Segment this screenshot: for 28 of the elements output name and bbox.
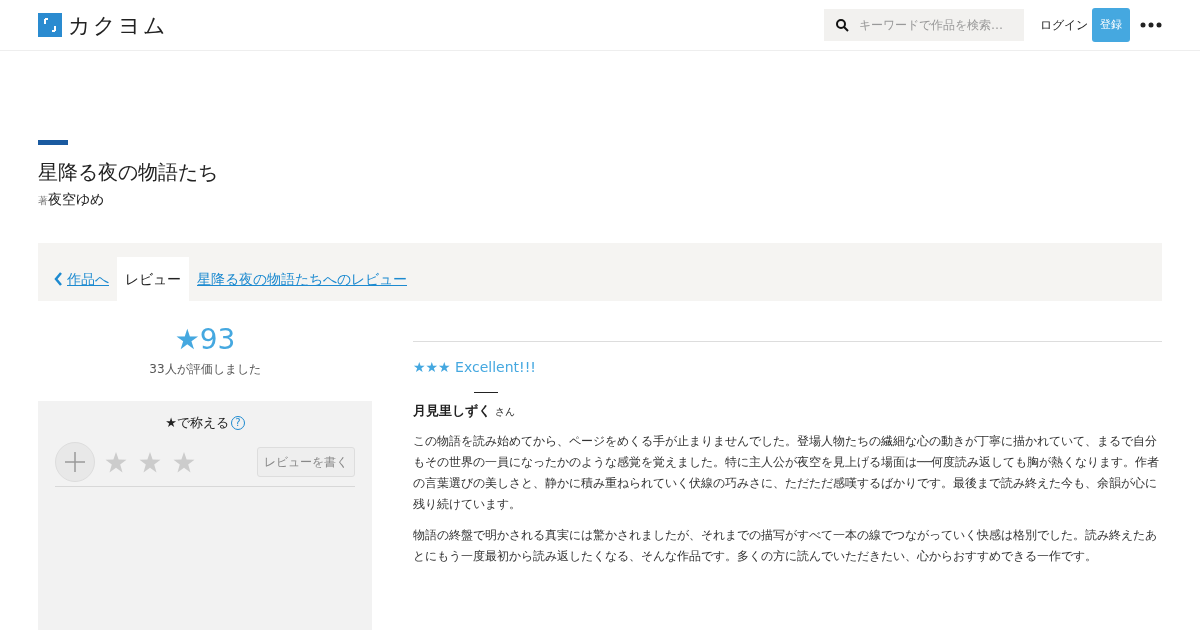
review-paragraph: 物語の終盤で明かされる真実には驚かされましたが、それまでの描写がすべて一本の線でつながっていく快感は格別でした。読み終えたあとにもう一度最初から読み返したくなる、そんな作品です。多くの方に読んでいただきたい、心からおすすめできる一作です。 (413, 526, 1158, 565)
star-icon[interactable] (139, 451, 161, 473)
reviewer-name[interactable]: 月見里しずく (413, 401, 491, 421)
search-icon (836, 18, 849, 32)
star-icon[interactable] (105, 451, 127, 473)
search-input[interactable]: キーワードで作品を検索… (859, 16, 1009, 34)
login-link[interactable]: ログイン (1040, 16, 1088, 34)
rating-count: 33人が評価しました (149, 361, 261, 378)
accent-bar (38, 140, 68, 145)
work-title[interactable]: 星降る夜の物語たち (38, 159, 1162, 185)
search-field[interactable]: キーワードで作品を検索… (824, 9, 1024, 41)
plus-icon (65, 452, 85, 472)
review-headline: ★★★ Excellent!!! (413, 358, 537, 377)
review-paragraph: この物語を読み始めてから、ページをめくる手が止まりませんでした。登場人物たちの繊細な心の動きが丁寧に描かれていて、まるで自分もその世界の一員になったかのような感覚を覚えました。特に主人公が夜空を見上げる場面は──何度読み返しても胸が熱くなります。作者の言葉選びの美しさと、静かに積み重ねられていく伏線の巧みさに、ただただ感嘆するばかりです。最後まで読み終えた今も、余韻が心に残り続けています。 (413, 432, 1161, 513)
logo-icon (38, 13, 62, 37)
author-prefix: 著 (38, 194, 48, 208)
star-icon[interactable] (173, 451, 195, 473)
praise-title: ★で称える (165, 414, 229, 432)
author-link[interactable]: 夜空ゆめ (48, 189, 104, 210)
reviewer-suffix: さん (495, 405, 515, 419)
add-button[interactable] (55, 442, 95, 482)
logo-wordmark[interactable]: カクヨム (68, 8, 168, 42)
chevron-left-icon (54, 272, 63, 286)
reviews-tab[interactable]: レビュー (117, 257, 189, 301)
breadcrumb-link[interactable]: 星降る夜の物語たちへのレビュー (197, 257, 407, 301)
back-link[interactable]: 作品へ (54, 257, 109, 301)
more-icon[interactable] (1140, 22, 1162, 28)
rating-score: ★93 (174, 324, 236, 356)
